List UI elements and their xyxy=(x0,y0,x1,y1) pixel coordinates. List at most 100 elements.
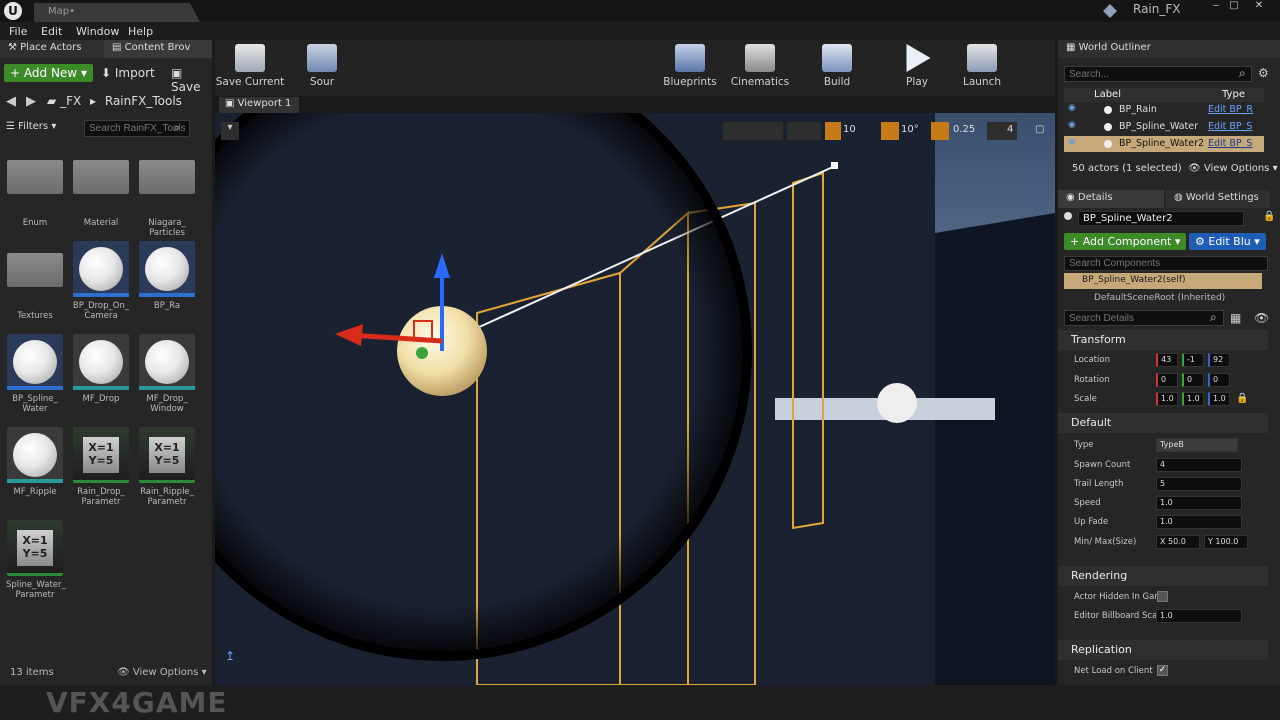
default-section[interactable]: Default xyxy=(1058,413,1268,433)
transform-section[interactable]: Transform xyxy=(1058,330,1268,350)
tab-place-actors[interactable]: ⚒ Place Actors xyxy=(0,40,104,58)
outliner-row[interactable]: ◉ BP_Rain Edit BP_R xyxy=(1064,102,1264,118)
spawn-count-field[interactable]: 4 xyxy=(1156,458,1242,472)
billboard-scale-field[interactable]: 1.0 xyxy=(1156,609,1242,623)
source-control-button[interactable]: Sour xyxy=(287,44,357,88)
source-control-status-icon[interactable] xyxy=(1103,4,1117,18)
asset-tile[interactable]: X=1 Y=5 Rain_Ripple_ Parametr xyxy=(138,427,196,507)
outliner-row-type-link[interactable]: Edit BP_S xyxy=(1208,138,1252,149)
actor-name-field[interactable]: BP_Spline_Water2 xyxy=(1078,211,1244,226)
column-label[interactable]: Label xyxy=(1094,89,1121,100)
replication-section[interactable]: Replication xyxy=(1058,640,1268,660)
asset-tile[interactable]: BP_Drop_On_ Camera xyxy=(72,241,130,321)
scale-snap-icon[interactable] xyxy=(931,122,949,140)
forward-arrow-icon[interactable]: ▶ xyxy=(26,94,36,109)
world-local-icon[interactable] xyxy=(787,122,821,140)
rendering-section[interactable]: Rendering xyxy=(1058,566,1268,586)
outliner-view-options-button[interactable]: 👁 View Options ▾ xyxy=(1188,163,1278,174)
column-type[interactable]: Type xyxy=(1222,89,1245,100)
search-details-input[interactable] xyxy=(1064,310,1224,326)
sphere-actor[interactable] xyxy=(877,383,917,423)
tab-viewport[interactable]: ▣ Viewport 1 xyxy=(219,97,299,113)
outliner-settings-icon[interactable]: ⚙ xyxy=(1258,66,1269,80)
filters-button[interactable]: ☰ Filters ▾ xyxy=(6,121,56,132)
type-dropdown[interactable]: TypeB xyxy=(1156,438,1238,452)
add-new-button[interactable]: + Add New ▾ xyxy=(4,64,93,82)
level-tab[interactable]: Map• xyxy=(34,3,200,22)
world-settings-tab[interactable]: ◍ World Settings xyxy=(1166,190,1270,208)
asset-tile[interactable]: Niagara_ Particles xyxy=(138,148,196,238)
grid-snap-icon[interactable] xyxy=(825,122,841,140)
default-scene-root-row[interactable]: DefaultSceneRoot (Inherited) xyxy=(1064,292,1262,304)
maximize-button[interactable]: □ xyxy=(1226,0,1242,14)
breadcrumb-fx[interactable]: _FX xyxy=(60,94,81,108)
min-size-x[interactable]: X 50.0 xyxy=(1156,535,1200,549)
rotation-snap-value[interactable]: 10° xyxy=(901,124,919,135)
location-x[interactable]: 43 xyxy=(1156,353,1178,367)
net-load-checkbox[interactable]: ✓ xyxy=(1157,665,1168,676)
component-self-row[interactable]: BP_Spline_Water2(self) xyxy=(1064,273,1262,289)
import-button[interactable]: ⬇ Import xyxy=(101,66,155,80)
location-label[interactable]: Location xyxy=(1074,355,1110,365)
minimize-button[interactable]: ‒ xyxy=(1208,0,1224,14)
camera-speed-value[interactable]: 4 xyxy=(1007,124,1013,135)
outliner-row-type-link[interactable]: Edit BP_R xyxy=(1208,104,1253,115)
visibility-eye-icon[interactable]: ◉ xyxy=(1068,103,1076,113)
viewport-options-button[interactable]: ▾ xyxy=(221,122,239,140)
spline-point[interactable] xyxy=(831,162,838,169)
outliner-row[interactable]: ◉ BP_Spline_Water Edit BP_S xyxy=(1064,119,1264,135)
view-options-button[interactable]: 👁 View Options ▾ xyxy=(117,667,207,678)
tab-content-browser[interactable]: ▤ Content Brov xyxy=(104,40,212,58)
details-tab[interactable]: ◉ Details xyxy=(1058,190,1164,208)
lock-icon[interactable]: 🔒 xyxy=(1263,211,1275,222)
rotation-z[interactable]: 0 xyxy=(1208,373,1230,387)
scale-y[interactable]: 1.0 xyxy=(1182,392,1204,406)
play-button[interactable]: Play xyxy=(882,44,952,88)
asset-tile[interactable]: Material xyxy=(72,148,130,228)
level-viewport[interactable]: ▾ 10 10° 0.25 4 ▢ ↥ xyxy=(215,113,1055,685)
scale-z[interactable]: 1.0 xyxy=(1208,392,1230,406)
close-button[interactable]: ✕ xyxy=(1246,0,1272,14)
lock-icon[interactable]: 🔒 xyxy=(1236,393,1248,404)
scale-label[interactable]: Scale xyxy=(1074,394,1097,404)
speed-field[interactable]: 1.0 xyxy=(1156,496,1242,510)
menu-edit[interactable]: Edit xyxy=(41,25,62,38)
outliner-row-type-link[interactable]: Edit BP_S xyxy=(1208,121,1252,132)
asset-tile[interactable]: BP_Spline_ Water xyxy=(6,334,64,414)
asset-tile[interactable]: X=1 Y=5 Rain_Drop_ Parametr xyxy=(72,427,130,507)
asset-tile[interactable]: Textures xyxy=(6,241,64,321)
blueprints-button[interactable]: Blueprints xyxy=(655,44,725,88)
rotation-snap-icon[interactable] xyxy=(881,122,899,140)
trail-length-field[interactable]: 5 xyxy=(1156,477,1242,491)
scale-x[interactable]: 1.0 xyxy=(1156,392,1178,406)
asset-tile[interactable]: MF_Drop_ Window xyxy=(138,334,196,414)
actor-hidden-checkbox[interactable] xyxy=(1157,591,1168,602)
transform-mode-icons[interactable] xyxy=(723,122,783,140)
asset-tile[interactable]: BP_Ra xyxy=(138,241,196,311)
asset-tile[interactable]: MF_Ripple xyxy=(6,427,64,497)
min-max-size-label[interactable]: Min/ Max(Size) xyxy=(1074,537,1136,547)
location-z[interactable]: 92 xyxy=(1208,353,1230,367)
add-component-button[interactable]: + Add Component ▾ xyxy=(1064,233,1187,250)
location-y[interactable]: -1 xyxy=(1182,353,1204,367)
eye-icon[interactable]: 👁 xyxy=(1254,311,1269,325)
maximize-viewport-icon[interactable]: ▢ xyxy=(1035,124,1044,135)
search-components-input[interactable] xyxy=(1064,256,1268,271)
gizmo-y-axis[interactable] xyxy=(416,347,428,359)
visibility-eye-icon[interactable]: ◉ xyxy=(1068,120,1076,130)
cinematics-button[interactable]: Cinematics xyxy=(725,44,795,88)
asset-tile[interactable]: Enum xyxy=(6,148,64,228)
rotation-x[interactable]: 0 xyxy=(1156,373,1178,387)
menu-window[interactable]: Window xyxy=(76,25,119,38)
rotation-y[interactable]: 0 xyxy=(1182,373,1204,387)
launch-button[interactable]: Launch xyxy=(947,44,1017,88)
build-button[interactable]: Build xyxy=(802,44,872,88)
outliner-search-input[interactable] xyxy=(1064,66,1252,82)
menu-file[interactable]: File xyxy=(9,25,27,38)
grid-view-icon[interactable]: ▦ xyxy=(1230,311,1241,325)
menu-help[interactable]: Help xyxy=(128,25,153,38)
world-outliner-tab[interactable]: ▦ World Outliner xyxy=(1058,40,1280,58)
outliner-row[interactable]: ◉ BP_Spline_Water2 Edit BP_S xyxy=(1064,136,1264,152)
rotation-label[interactable]: Rotation xyxy=(1074,375,1110,385)
visibility-eye-icon[interactable]: ◉ xyxy=(1068,137,1076,147)
